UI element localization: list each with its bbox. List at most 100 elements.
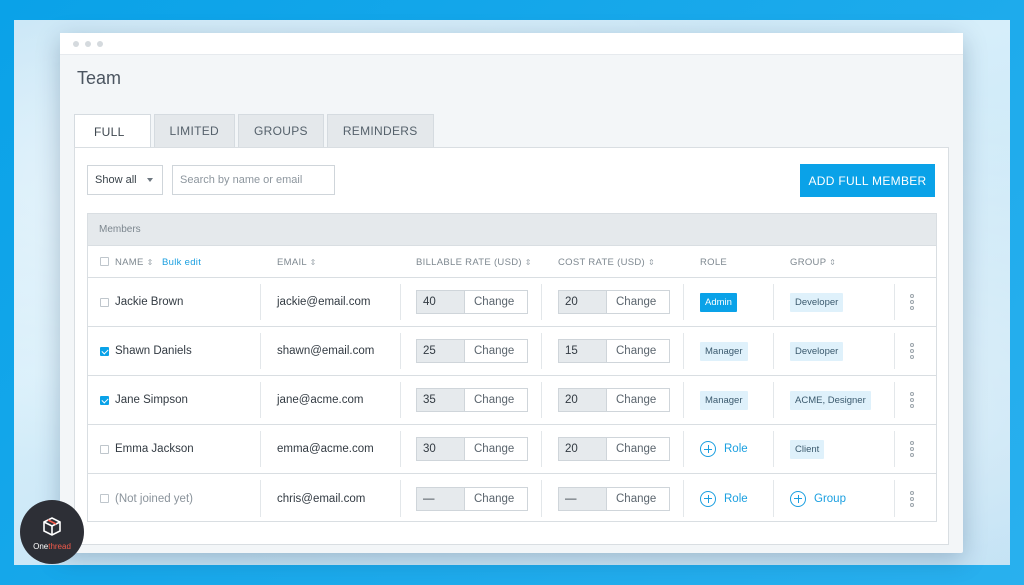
more-options-icon[interactable]: [910, 343, 914, 359]
member-email-cell: jane@acme.com: [277, 376, 363, 424]
cost-rate-value: 20: [559, 389, 607, 411]
role-cell: Manager: [700, 376, 748, 424]
billable-rate-value: —: [417, 487, 465, 510]
chevron-down-icon: [147, 178, 153, 182]
billable-rate-cell: 25 Change: [416, 327, 528, 375]
row-actions-cell: [910, 327, 914, 375]
billable-rate-field: 35 Change: [416, 388, 528, 412]
billable-rate-cell: 40 Change: [416, 278, 528, 326]
role-badge[interactable]: Admin: [700, 292, 737, 312]
change-billable-rate-button[interactable]: Change: [465, 438, 527, 460]
billable-rate-value: 25: [417, 340, 465, 362]
member-name-cell: (Not joined yet): [100, 474, 193, 523]
billable-rate-field: 25 Change: [416, 339, 528, 363]
group-badge[interactable]: Developer: [790, 341, 844, 361]
cell-divider: [260, 333, 261, 369]
filter-select-value: Show all: [95, 174, 137, 186]
table-row: Shawn Daniels shawn@email.com 25 Change …: [88, 327, 936, 376]
cell-divider: [773, 333, 774, 369]
cell-divider: [541, 480, 542, 517]
member-email: jackie@email.com: [277, 296, 371, 308]
change-cost-rate-button[interactable]: Change: [607, 389, 669, 411]
member-email-cell: shawn@email.com: [277, 327, 374, 375]
tab-groups[interactable]: GROUPS: [238, 114, 324, 147]
add-group-button[interactable]: Group: [790, 490, 846, 507]
member-name: Jane Simpson: [115, 394, 188, 406]
cell-divider: [683, 431, 684, 467]
more-options-icon[interactable]: [910, 441, 914, 457]
select-all-checkbox[interactable]: [100, 257, 109, 266]
member-email-cell: chris@email.com: [277, 474, 365, 523]
more-options-icon[interactable]: [910, 490, 914, 507]
group-badge[interactable]: Client: [790, 439, 825, 459]
tab-reminders[interactable]: REMINDERS: [326, 114, 434, 147]
billable-rate-field: — Change: [416, 486, 528, 511]
member-email: jane@acme.com: [277, 394, 364, 406]
cell-divider: [683, 480, 684, 517]
cell-divider: [894, 480, 895, 517]
add-role-button[interactable]: Role: [700, 441, 748, 457]
more-options-icon[interactable]: [910, 392, 914, 408]
table-row: Jackie Brown jackie@email.com 40 Change …: [88, 278, 936, 327]
tab-full[interactable]: FULL: [74, 114, 151, 148]
table-row: (Not joined yet) chris@email.com — Chang…: [88, 474, 936, 523]
cell-divider: [400, 284, 401, 320]
member-name: Jackie Brown: [115, 296, 184, 308]
member-name-cell: Jackie Brown: [100, 278, 183, 326]
members-section-label: Members: [88, 214, 936, 246]
change-cost-rate-button[interactable]: Change: [607, 291, 669, 313]
row-actions-cell: [910, 425, 914, 473]
group-badge[interactable]: Developer: [790, 292, 844, 312]
group-badge[interactable]: ACME, Designer: [790, 390, 871, 410]
cell-divider: [400, 333, 401, 369]
cell-divider: [894, 333, 895, 369]
cell-divider: [773, 382, 774, 418]
role-cell: Role: [700, 425, 748, 473]
column-header-cost-rate[interactable]: COST RATE (USD) ⇕: [558, 257, 655, 268]
row-checkbox[interactable]: [100, 395, 109, 405]
role-cell: Role: [700, 474, 748, 523]
tab-limited[interactable]: LIMITED: [153, 114, 235, 147]
column-header-name[interactable]: NAME ⇕: [115, 257, 154, 268]
change-billable-rate-button[interactable]: Change: [465, 389, 527, 411]
cost-rate-field: 20 Change: [558, 290, 670, 314]
add-role-button[interactable]: Role: [700, 490, 748, 507]
more-options-icon[interactable]: [910, 294, 914, 310]
cost-rate-field: 20 Change: [558, 437, 670, 461]
billable-rate-cell: 30 Change: [416, 425, 528, 473]
change-billable-rate-button[interactable]: Change: [465, 488, 527, 510]
add-full-member-button[interactable]: ADD FULL MEMBER: [800, 164, 935, 197]
change-cost-rate-button[interactable]: Change: [607, 438, 669, 460]
change-cost-rate-button[interactable]: Change: [607, 340, 669, 362]
group-cell: Developer: [790, 278, 844, 326]
column-header-billable-rate[interactable]: BILLABLE RATE (USD) ⇕: [416, 257, 532, 268]
role-cell: Admin: [700, 278, 737, 326]
cost-rate-cell: 20 Change: [558, 425, 670, 473]
change-cost-rate-button[interactable]: Change: [607, 488, 669, 510]
cost-rate-field: 15 Change: [558, 339, 670, 363]
filter-select[interactable]: Show all: [87, 165, 163, 195]
cell-divider: [894, 382, 895, 418]
role-badge[interactable]: Manager: [700, 341, 748, 361]
row-checkbox[interactable]: [100, 494, 109, 503]
member-email: chris@email.com: [277, 492, 366, 505]
cost-rate-field: — Change: [558, 486, 670, 511]
search-input[interactable]: [172, 165, 335, 195]
cost-rate-field: 20 Change: [558, 388, 670, 412]
change-billable-rate-button[interactable]: Change: [465, 291, 527, 313]
sort-icon: ⇕: [524, 258, 532, 267]
cost-rate-value: 20: [559, 291, 607, 313]
row-checkbox[interactable]: [100, 297, 109, 307]
group-cell: Group: [790, 474, 846, 523]
members-table: Members NAME ⇕ Bulk edit EMAIL ⇕ BILLABL…: [87, 213, 937, 522]
cell-divider: [773, 431, 774, 467]
window-dot-icon: [85, 40, 91, 47]
role-badge[interactable]: Manager: [700, 390, 748, 410]
column-header-email[interactable]: EMAIL ⇕: [277, 257, 317, 268]
change-billable-rate-button[interactable]: Change: [465, 340, 527, 362]
row-checkbox[interactable]: [100, 444, 109, 454]
row-checkbox[interactable]: [100, 346, 109, 356]
billable-rate-value: 35: [417, 389, 465, 411]
column-header-group[interactable]: GROUP ⇕: [790, 257, 836, 268]
bulk-edit-link[interactable]: Bulk edit: [162, 257, 201, 268]
